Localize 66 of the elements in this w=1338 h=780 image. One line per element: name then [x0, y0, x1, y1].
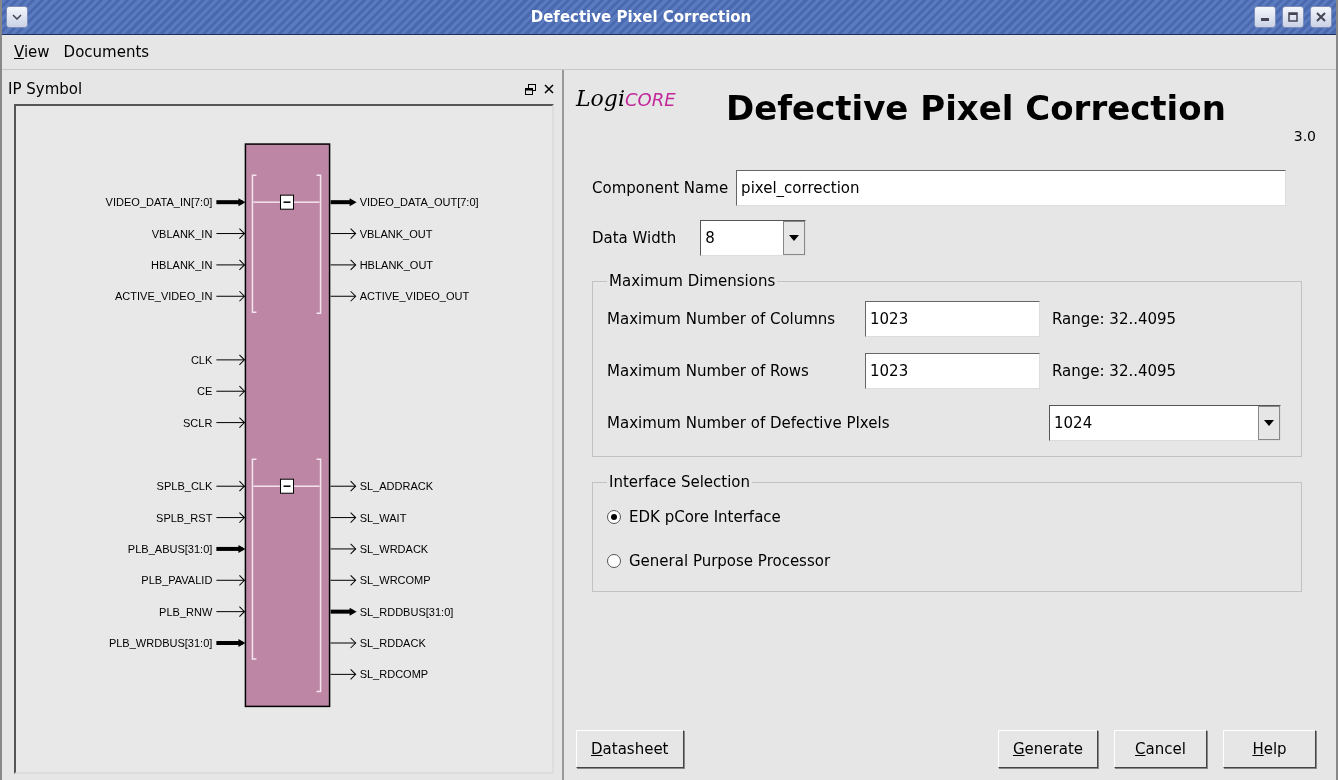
pin-label: VBLANK_OUT — [359, 227, 433, 240]
datasheet-button[interactable]: Datasheet — [576, 730, 684, 768]
collapse-toggle[interactable] — [280, 194, 294, 210]
window-menu-button[interactable] — [6, 6, 28, 28]
pin-label: CE — [197, 385, 213, 398]
radio-label: General Purpose Processor — [629, 552, 831, 570]
pin-label: SPLB_RST — [156, 511, 213, 524]
logo: LogiCORE — [576, 85, 677, 111]
pin-label: SL_WRDACK — [359, 542, 429, 555]
version-label: 3.0 — [1293, 127, 1316, 144]
field-label: Component Name — [592, 179, 729, 197]
pin-label: SL_ADDRACK — [359, 480, 434, 493]
defective-pixels-select[interactable]: 1024 — [1049, 405, 1281, 441]
pin-label: PLB_RNW — [159, 605, 213, 618]
pin-label: VIDEO_DATA_IN[7:0] — [105, 196, 213, 209]
dialog-button[interactable]: Help — [1223, 730, 1316, 768]
pin-label: ACTIVE_VIDEO_OUT — [359, 290, 470, 303]
minimize-button[interactable] — [1254, 6, 1276, 28]
pin-label: HBLANK_OUT — [359, 258, 434, 271]
pin-label: PLB_WRDBUS[31:0] — [108, 637, 213, 649]
panel-title: IP Symbol — [8, 80, 84, 98]
field-label: Maximum Number of Columns — [607, 310, 837, 328]
pin-label: VIDEO_DATA_OUT[7:0] — [359, 196, 479, 209]
component-name-field[interactable]: pixel_correction — [736, 170, 1287, 206]
dialog-button[interactable]: Cancel — [1114, 730, 1207, 768]
field-label: Maximum Number of Defective PIxels — [607, 414, 891, 432]
number-field[interactable]: 1023 — [865, 301, 1040, 337]
group-title: Interface Selection — [608, 473, 752, 491]
range-label: Range: 32..4095 — [1052, 362, 1177, 380]
pin-label: SL_RDCOMP — [359, 668, 429, 681]
maximize-button[interactable] — [1282, 6, 1304, 28]
pin-label: VBLANK_IN — [151, 227, 213, 240]
menu-item[interactable]: View — [14, 43, 50, 61]
pin-label: SL_RDDACK — [359, 637, 426, 649]
menu-item[interactable]: Documents — [63, 43, 150, 61]
window-title: Defective Pixel Correction — [529, 8, 753, 26]
radio-button[interactable] — [607, 554, 621, 568]
close-icon — [1316, 12, 1326, 22]
pin-label: SCLR — [183, 416, 213, 429]
pin-label: SL_WAIT — [359, 511, 407, 524]
pin-label: PLB_ABUS[31:0] — [127, 542, 213, 555]
pin-label: HBLANK_IN — [151, 258, 213, 271]
chevron-down-icon — [12, 14, 22, 20]
core-title: Defective Pixel Correction — [726, 87, 1227, 128]
pin-label: ACTIVE_VIDEO_IN — [115, 290, 213, 303]
pin-label: CLK — [190, 353, 213, 366]
number-field[interactable]: 1023 — [865, 353, 1040, 389]
maximize-icon — [1288, 12, 1298, 22]
group-title: Maximum Dimensions — [608, 272, 777, 290]
dialog-button[interactable]: Generate — [997, 730, 1098, 768]
field-label: Maximum Number of Rows — [607, 362, 810, 380]
radio-label: EDK pCore Interface — [629, 508, 781, 526]
data-width-select[interactable]: 8 — [700, 220, 807, 256]
caret-icon — [789, 235, 800, 241]
range-label: Range: 32..4095 — [1052, 310, 1177, 328]
pin-label: SL_RDDBUS[31:0] — [359, 605, 454, 618]
pin-label: SL_WRCOMP — [359, 574, 431, 587]
pin-label: PLB_PAVALID — [141, 574, 213, 587]
field-label: Data Width — [592, 229, 677, 247]
pin-label: SPLB_CLK — [156, 480, 213, 493]
caret-icon — [1264, 420, 1274, 426]
close-button[interactable] — [1310, 6, 1332, 28]
collapse-toggle[interactable] — [280, 478, 294, 494]
undock-icon[interactable] — [525, 83, 536, 95]
radio-button[interactable] — [607, 510, 621, 524]
close-icon[interactable] — [544, 84, 554, 94]
